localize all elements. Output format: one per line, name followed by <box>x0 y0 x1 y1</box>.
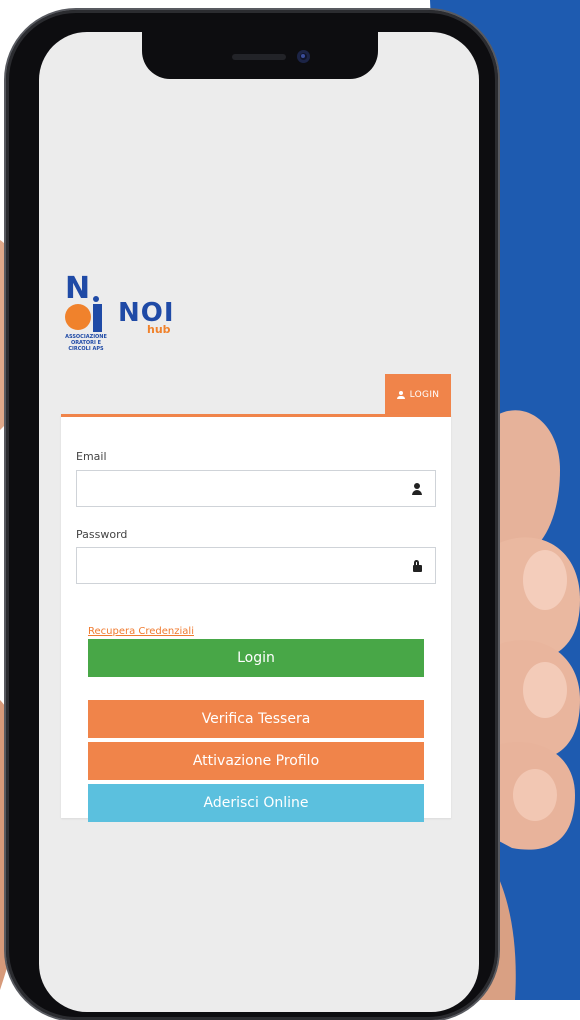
lock-icon <box>411 560 423 572</box>
activate-profile-button[interactable]: Attivazione Profilo <box>88 742 424 780</box>
verify-card-button[interactable]: Verifica Tessera <box>88 700 424 738</box>
recover-credentials-link[interactable]: Recupera Credenziali <box>88 626 194 637</box>
join-online-button[interactable]: Aderisci Online <box>88 784 424 822</box>
noi-hub-suffix: hub <box>147 323 171 336</box>
camera-icon <box>297 50 310 63</box>
tab-login[interactable]: LOGIN <box>385 374 451 415</box>
noi-association-logo: N <box>65 271 91 306</box>
logo-i-icon <box>93 304 102 332</box>
speaker-grille <box>232 54 286 60</box>
user-icon <box>411 483 423 495</box>
login-button[interactable]: Login <box>88 639 424 677</box>
password-field[interactable] <box>76 547 436 584</box>
user-icon <box>396 390 405 399</box>
logo-i-dot-icon <box>93 296 99 302</box>
logo-dot-icon <box>65 304 91 330</box>
logo-caption: ASSOCIAZIONE ORATORI E CIRCOLI APS <box>65 334 107 352</box>
login-card: Email Password Recupera Credenziali Logi… <box>61 414 451 822</box>
email-label: Email <box>76 450 107 463</box>
email-field[interactable] <box>76 470 436 507</box>
phone-frame: N ASSOCIAZIONE ORATORI E CIRCOLI APS NOI… <box>6 10 498 1020</box>
tab-login-label: LOGIN <box>409 389 440 400</box>
phone-notch <box>142 32 378 79</box>
password-label: Password <box>76 528 128 541</box>
phone-screen: N ASSOCIAZIONE ORATORI E CIRCOLI APS NOI… <box>39 32 479 1012</box>
